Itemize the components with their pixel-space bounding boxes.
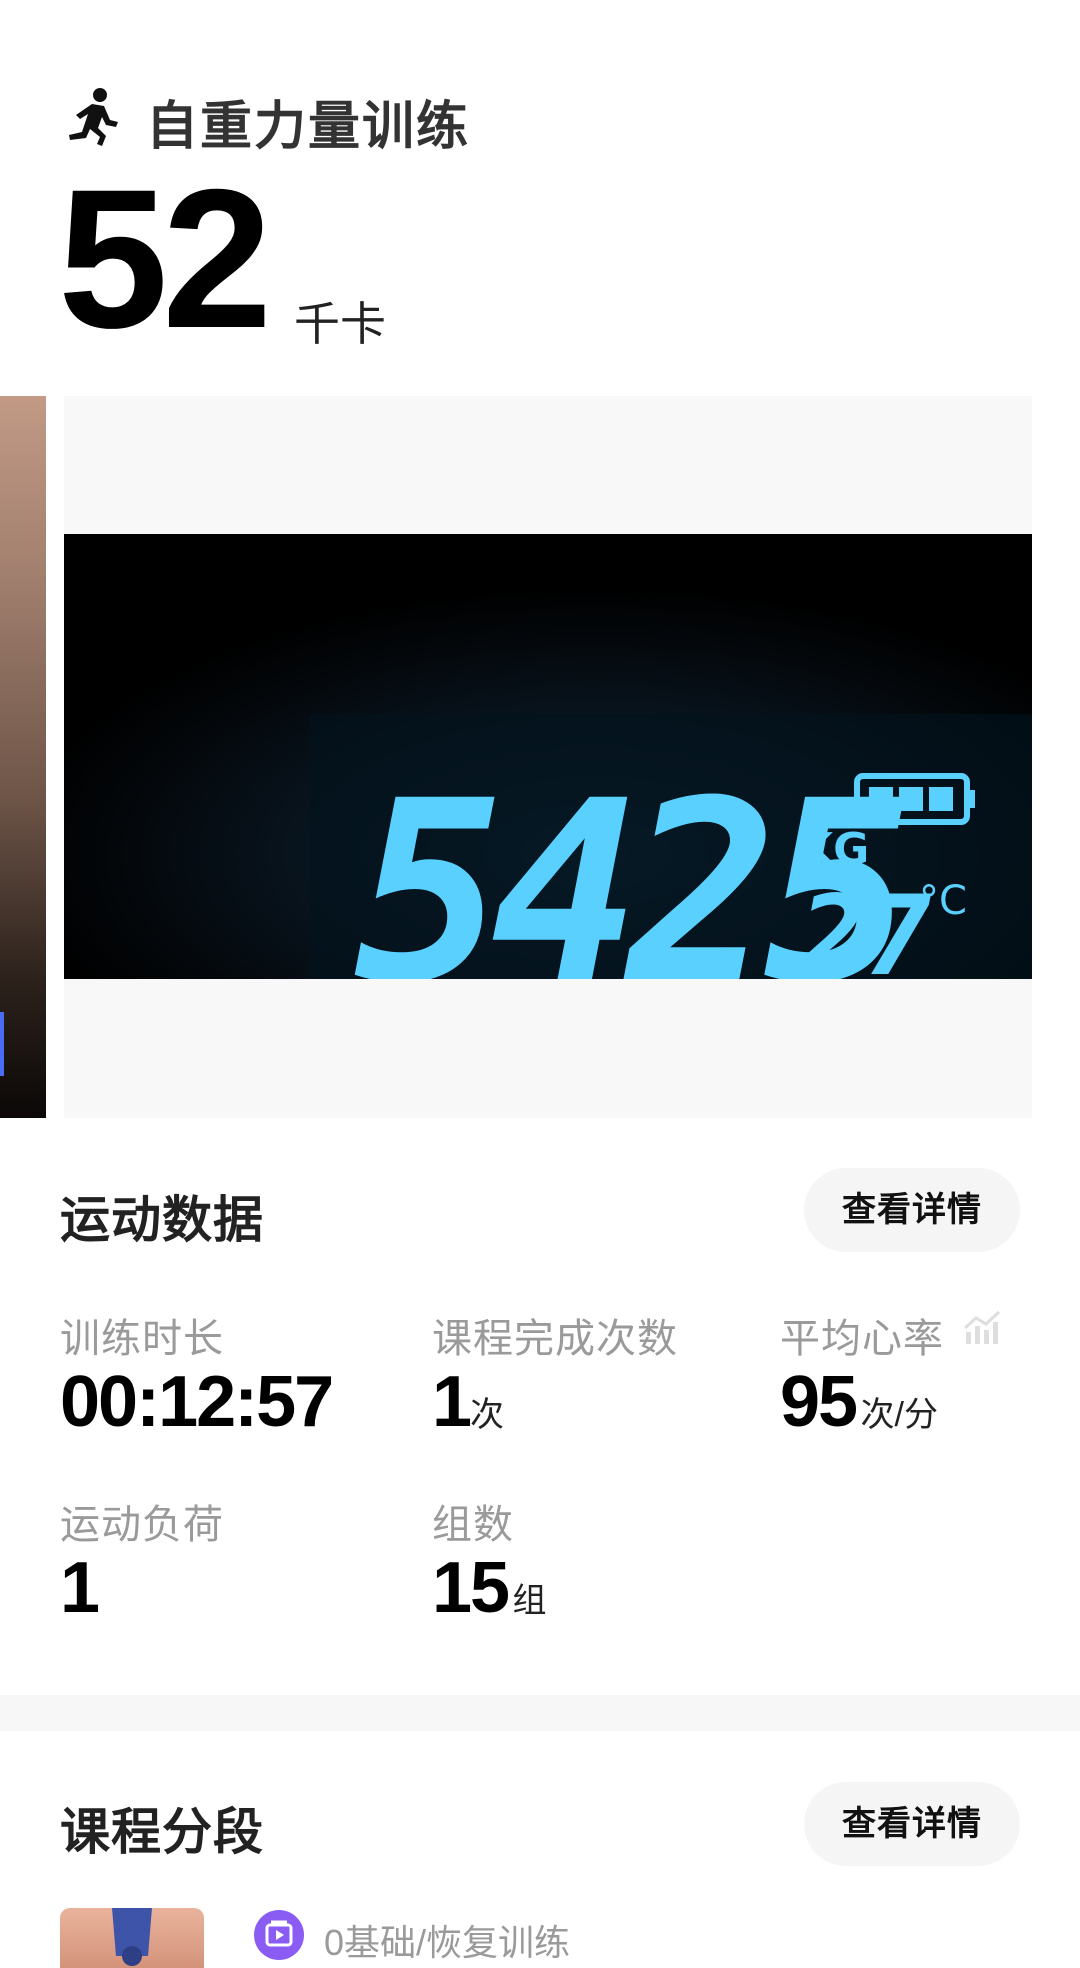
video-play-icon: [254, 1910, 304, 1960]
scale-temp: 27: [797, 872, 931, 979]
scale-temp-unit: °C: [919, 878, 967, 924]
stat-label-load: 运动负荷: [60, 1503, 224, 1547]
course-detail-button[interactable]: 查看详情: [804, 1782, 1020, 1866]
scale-display-photo[interactable]: 5425 KG 27 °C: [64, 534, 1032, 979]
previous-photo-thumbnail[interactable]: [0, 396, 46, 1118]
course-thumbnail[interactable]: [60, 1908, 204, 1968]
stat-heart-rate: 95 次/分: [780, 1366, 938, 1438]
previous-photo-accent: [0, 1012, 4, 1076]
calories-value: 52: [58, 148, 272, 369]
exercise-data-title: 运动数据: [60, 1192, 264, 1248]
stat-value-load: 1: [60, 1548, 100, 1628]
stat-value-completions: 1: [432, 1362, 472, 1442]
stat-duration: 00:12:57: [60, 1366, 334, 1438]
stat-label-sets: 组数: [432, 1503, 514, 1547]
running-person-icon: [66, 86, 120, 148]
stat-value-sets: 15: [432, 1548, 510, 1628]
exercise-detail-button[interactable]: 查看详情: [804, 1168, 1020, 1252]
stat-unit-completions: 次: [470, 1396, 505, 1434]
stat-unit-sets: 组: [512, 1582, 547, 1620]
stat-label-duration: 训练时长: [60, 1317, 224, 1361]
stat-unit-heart-rate: 次/分: [860, 1396, 938, 1434]
stat-label-completions: 课程完成次数: [432, 1317, 678, 1361]
stat-label-heart-rate: 平均心率: [780, 1317, 944, 1361]
course-segments-title: 课程分段: [60, 1804, 264, 1860]
course-item-label[interactable]: 0基础/恢复训练: [324, 1914, 570, 1966]
calories-unit: 千卡: [294, 298, 386, 350]
stat-completions: 1次: [432, 1366, 504, 1438]
scale-unit: KG: [799, 824, 869, 875]
stat-value-duration: 00:12:57: [60, 1362, 334, 1442]
stat-value-heart-rate: 95: [780, 1362, 858, 1442]
section-divider: [0, 1695, 1080, 1731]
stat-load: 1: [60, 1552, 100, 1624]
heart-rate-chart-icon[interactable]: [962, 1310, 1002, 1346]
stat-sets: 15 组: [432, 1552, 547, 1624]
